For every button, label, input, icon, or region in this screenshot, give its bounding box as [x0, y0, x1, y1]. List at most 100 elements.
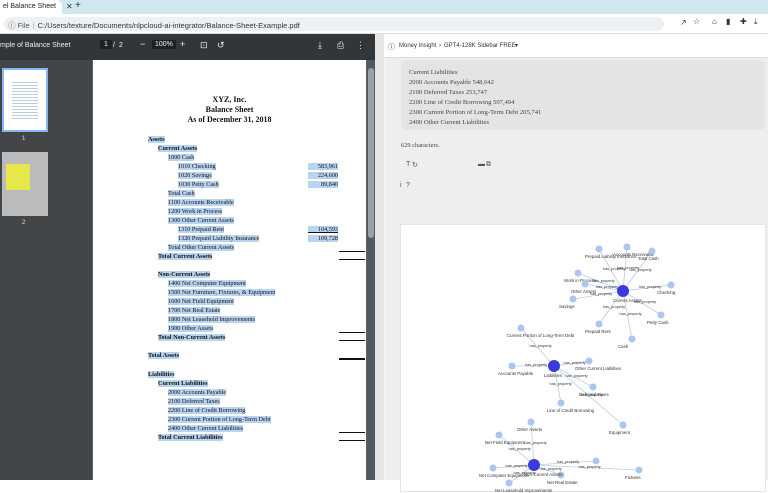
page-number-input[interactable]: 1	[100, 40, 112, 49]
translate-icon[interactable]: T	[406, 161, 410, 168]
page-thumbnail-1[interactable]	[2, 68, 48, 132]
extension-icon[interactable]: ⌂	[712, 17, 717, 26]
pdf-scrollbar[interactable]	[367, 60, 375, 480]
graph-node[interactable]	[495, 431, 503, 439]
ai-sidebar-header: ⓘ Money Insight › GPT4-128K Sidebar FREE…	[384, 34, 768, 58]
graph-node[interactable]	[595, 320, 603, 328]
address-bar[interactable]: ⓘ File | C:/Users/texture/Documents/nlpclo…	[4, 17, 664, 31]
address-url: C:/Users/texture/Documents/nlpcloud-ai-i…	[37, 21, 300, 30]
edge-label: has_property	[505, 463, 528, 468]
address-scheme-label: File	[17, 21, 30, 30]
zoom-level-input[interactable]: 100%	[152, 40, 176, 49]
balance-line: 1030 Petty Cash	[178, 181, 219, 188]
info-icon[interactable]: ⓘ	[388, 42, 395, 52]
graph-node-label: Net Field Equipment	[485, 440, 525, 445]
graph-node-label: Deferred Taxes	[579, 392, 609, 397]
share-icon[interactable]: ↗	[680, 18, 687, 27]
graph-node[interactable]	[508, 362, 516, 370]
graph-node[interactable]	[581, 280, 589, 288]
graph-node[interactable]	[569, 295, 577, 303]
bookmark-star-icon[interactable]: ☆	[693, 17, 700, 26]
graph-node[interactable]	[589, 383, 597, 391]
balance-amount: 89,840	[308, 181, 338, 188]
graph-node[interactable]	[517, 324, 525, 332]
model-selector[interactable]: GPT4-128K Sidebar FREE	[444, 43, 516, 49]
tab-balance-sheet[interactable]: el Balance Sheet	[0, 0, 62, 14]
balance-line: 2200 Line of Credit Borrowing	[168, 407, 246, 414]
pdf-page: XYZ, Inc. Balance Sheet As of December 3…	[93, 60, 366, 480]
tab-strip: el Balance Sheet ✕ +	[0, 0, 768, 14]
result-line: 2200 Line of Credit Borrowing 507,494	[409, 99, 515, 106]
graph-node[interactable]	[585, 357, 593, 365]
rotate-icon[interactable]: ↺	[217, 40, 225, 51]
graph-hub-node[interactable]	[617, 285, 629, 297]
graph-node[interactable]	[595, 245, 603, 253]
graph-hub-node[interactable]	[548, 360, 560, 372]
download-pdf-icon[interactable]: ⤓	[318, 40, 322, 51]
balance-line: Total Current Liabilities	[158, 434, 223, 441]
graph-node[interactable]	[623, 243, 631, 251]
zoom-in-button[interactable]: +	[180, 39, 185, 49]
company-name: XYZ, Inc.	[212, 95, 247, 104]
graph-node[interactable]	[635, 466, 643, 474]
refresh-icon[interactable]: ↻	[412, 161, 418, 169]
pane-divider[interactable]	[375, 34, 384, 480]
balance-line: 1310 Prepaid Rent	[178, 226, 225, 233]
page-thumbnail-2[interactable]	[2, 152, 48, 216]
graph-node[interactable]	[574, 269, 582, 277]
help-icon[interactable]: ?	[406, 182, 410, 189]
graph-node[interactable]	[628, 335, 636, 343]
new-tab-icon[interactable]: +	[75, 0, 81, 11]
balance-line: Total Assets	[148, 352, 180, 359]
balance-line: Current Assets	[158, 145, 198, 152]
graph-node[interactable]	[505, 479, 513, 487]
graph-hub-node[interactable]	[528, 459, 540, 471]
pdf-scroll-thumb[interactable]	[368, 68, 374, 238]
puzzle-icon[interactable]: ✚	[740, 17, 747, 26]
balance-line: 1010 Checking	[178, 163, 216, 170]
ai-sidebar: ⓘ Money Insight › GPT4-128K Sidebar FREE…	[384, 34, 768, 493]
balance-line: 1020 Savings	[178, 172, 212, 179]
more-options-icon[interactable]: ⋮	[356, 40, 365, 51]
knowledge-graph[interactable]: has_property has_property has_property has_…	[400, 224, 766, 493]
info-icon[interactable]: ⓘ	[8, 21, 16, 30]
result-line: Current Liabilities	[409, 69, 458, 76]
fit-page-icon[interactable]: ⊡	[200, 40, 208, 51]
graph-node[interactable]	[657, 311, 665, 319]
sidebar-icon[interactable]: ▮	[726, 17, 730, 26]
graph-hub-label: Current Assets	[613, 298, 642, 303]
balance-line: 1700 Net Real Estate	[168, 307, 221, 314]
chevron-down-icon[interactable]: ▾	[515, 42, 518, 49]
info-small-icon[interactable]: i	[400, 182, 402, 189]
zoom-out-button[interactable]: −	[140, 39, 145, 49]
pdf-viewer[interactable]: XYZ, Inc. Balance Sheet As of December 3…	[92, 60, 375, 480]
minimize-icon[interactable]: ▬	[478, 161, 485, 168]
graph-node[interactable]	[557, 399, 565, 407]
graph-node-label: Current Portion of Long-Term Debt	[507, 333, 575, 338]
close-tab-icon[interactable]: ✕	[66, 2, 73, 11]
print-icon[interactable]: ⎙	[337, 40, 344, 51]
edge-label: has_property	[557, 460, 580, 464]
graph-node[interactable]	[489, 464, 497, 472]
edge-label: has_property	[629, 268, 652, 272]
balance-line: Total Other Current Assets	[168, 244, 235, 251]
graph-node[interactable]	[592, 457, 600, 465]
sheet-title: Balance Sheet	[205, 105, 254, 114]
edge-label: has_property	[603, 304, 626, 309]
thumbnail-content	[6, 164, 30, 190]
extracted-text-box[interactable]: Current Liabilities 2000 Accounts Payabl…	[401, 60, 765, 130]
graph-node[interactable]	[619, 421, 627, 429]
copy-icon[interactable]: ⧉	[486, 161, 491, 169]
balance-line: 1900 Other Assets	[168, 325, 214, 332]
graph-node[interactable]	[527, 418, 535, 426]
edge-label: has_property	[524, 440, 547, 445]
download-icon[interactable]: ⤓	[754, 17, 758, 27]
balance-line: Total Non-Current Assets	[158, 334, 226, 341]
subtotal-rule	[339, 259, 365, 260]
graph-node-label: Cash	[618, 344, 629, 349]
graph-node[interactable]	[667, 281, 675, 289]
pdf-doc-title: mple of Balance Sheet	[0, 42, 71, 49]
thumbnail-label: 2	[22, 220, 26, 226]
graph-node[interactable]	[648, 247, 656, 255]
edge-label: has_property	[529, 344, 552, 348]
